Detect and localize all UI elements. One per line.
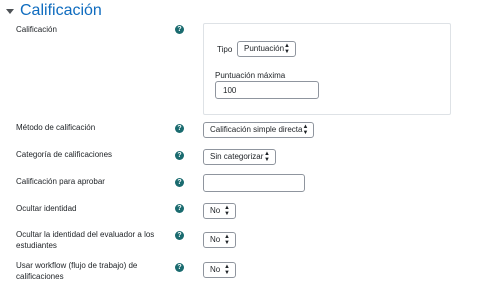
workflow-label: Usar workflow (flujo de trabajo) de cali… (16, 261, 138, 281)
max-grade-label: Puntuación máxima (215, 71, 286, 80)
sort-arrows-icon: ▲ ▼ (224, 205, 230, 217)
grade-to-pass-label: Calificación para aprobar (16, 177, 105, 186)
sort-arrows-icon: ▲ ▼ (224, 264, 230, 276)
section-header[interactable]: Calificación (3, 0, 102, 22)
hide-grader-value: No (210, 235, 221, 244)
sort-arrows-icon: ▲ ▼ (264, 151, 270, 163)
help-icon[interactable]: ? (175, 263, 184, 272)
caret-down-icon[interactable] (6, 8, 14, 14)
hide-identity-select[interactable]: No ▲ ▼ (203, 203, 236, 219)
grade-category-value: Sin categorizar (210, 152, 264, 161)
grade-label: Calificación (16, 25, 57, 34)
help-icon[interactable]: ? (175, 151, 184, 160)
grade-type-select[interactable]: Puntuación ▲ ▼ (237, 41, 296, 57)
sort-arrows-icon: ▲ ▼ (302, 124, 309, 136)
grade-to-pass-input[interactable] (203, 174, 305, 192)
help-icon[interactable]: ? (175, 178, 184, 187)
section-title: Calificación (20, 2, 102, 19)
hide-identity-value: No (210, 206, 221, 215)
hide-grader-label: Ocultar la identidad del evaluador a los… (16, 230, 155, 250)
sort-arrows-icon: ▲ ▼ (284, 43, 290, 55)
help-icon[interactable]: ? (175, 204, 184, 213)
max-grade-input[interactable]: 100 (215, 81, 319, 99)
help-icon[interactable]: ? (175, 124, 184, 133)
workflow-value: No (210, 265, 221, 274)
grade-category-label: Categoría de calificaciones (16, 150, 113, 159)
type-label: Tipo (217, 45, 233, 54)
grading-method-value: Calificación simple directa (210, 125, 303, 134)
hide-grader-select[interactable]: No ▲ ▼ (203, 232, 236, 248)
grade-category-select[interactable]: Sin categorizar ▲ ▼ (203, 149, 276, 165)
workflow-select[interactable]: No ▲ ▼ (203, 262, 236, 278)
sort-arrows-icon: ▲ ▼ (224, 234, 230, 246)
hide-identity-label: Ocultar identidad (16, 204, 77, 213)
grading-method-select[interactable]: Calificación simple directa ▲ ▼ (203, 122, 314, 138)
grade-type-value: Puntuación (244, 44, 285, 53)
help-icon[interactable]: ? (175, 25, 184, 34)
help-icon[interactable]: ? (175, 231, 184, 240)
grading-method-label: Método de calificación (16, 123, 96, 132)
grade-settings-panel: Tipo Puntuación ▲ ▼ Puntuación máxima 100 (203, 23, 451, 115)
